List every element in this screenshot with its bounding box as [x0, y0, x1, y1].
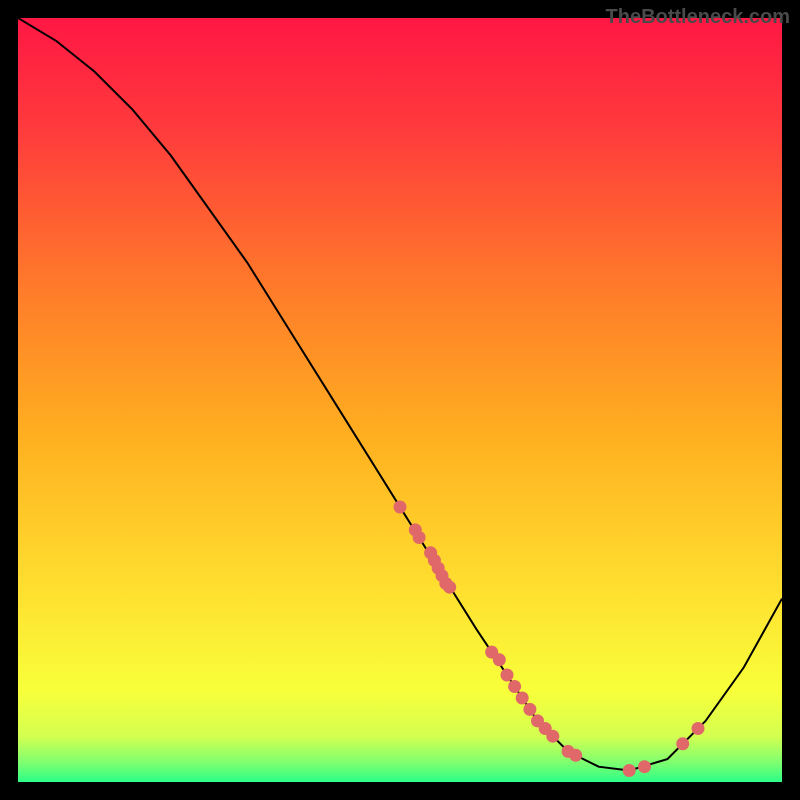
watermark-text: TheBottleneck.com: [606, 6, 790, 29]
data-point: [443, 581, 456, 594]
data-point: [493, 653, 506, 666]
data-point: [523, 703, 536, 716]
data-point: [638, 760, 651, 773]
chart-svg: [18, 18, 782, 782]
data-point: [692, 722, 705, 735]
data-point: [508, 680, 521, 693]
data-point: [623, 764, 636, 777]
chart-canvas: [18, 18, 782, 782]
data-point: [413, 531, 426, 544]
data-point: [676, 737, 689, 750]
data-point: [501, 669, 514, 682]
data-point: [516, 692, 529, 705]
data-point: [546, 730, 559, 743]
gradient-background: [18, 18, 782, 782]
data-point: [394, 501, 407, 514]
data-point: [569, 749, 582, 762]
